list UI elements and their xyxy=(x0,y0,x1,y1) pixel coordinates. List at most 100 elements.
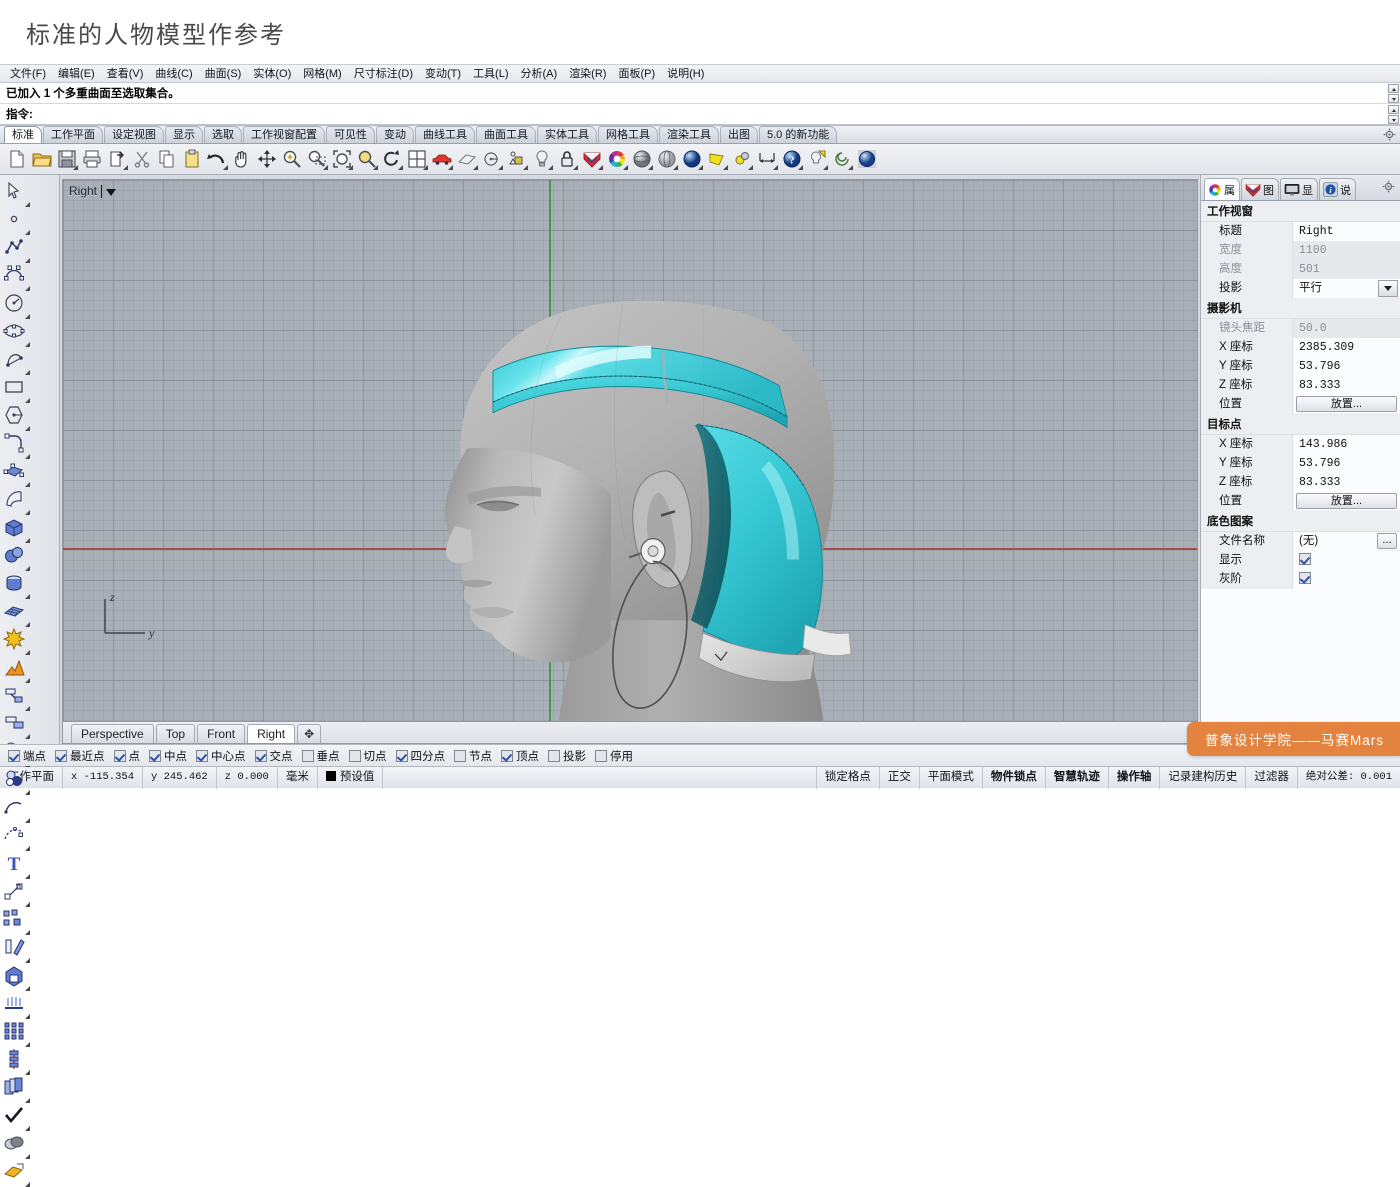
toolbar-tab-8[interactable]: 曲线工具 xyxy=(415,126,475,143)
status-toggle-5[interactable]: 操作轴 xyxy=(1109,767,1161,789)
status-toggle-0[interactable]: 锁定格点 xyxy=(817,767,880,789)
menu-item-8[interactable]: 变动(T) xyxy=(419,65,467,83)
rendered-sphere-icon[interactable] xyxy=(681,148,703,170)
render-material-icon[interactable] xyxy=(2,1159,30,1187)
status-current-layer[interactable]: 预设值 xyxy=(318,767,384,789)
command-line-scroll[interactable] xyxy=(1388,105,1399,124)
plane-icon[interactable] xyxy=(456,148,478,170)
command-line[interactable]: 指令: xyxy=(0,104,1400,125)
toolbar-tab-10[interactable]: 实体工具 xyxy=(537,126,597,143)
menu-item-4[interactable]: 曲面(S) xyxy=(199,65,248,83)
toolbar-tab-0[interactable]: 标准 xyxy=(4,126,42,143)
polyline-icon[interactable] xyxy=(2,235,30,263)
toolbar-tab-14[interactable]: 5.0 的新功能 xyxy=(759,126,837,143)
checkbox[interactable] xyxy=(302,750,314,762)
copy-object-icon[interactable] xyxy=(2,1075,30,1103)
menu-item-0[interactable]: 文件(F) xyxy=(4,65,52,83)
osnap-toggle-1[interactable]: 最近点 xyxy=(55,748,105,764)
checkbox[interactable] xyxy=(149,750,161,762)
viewport-tab-top[interactable]: Top xyxy=(156,724,195,743)
menu-item-1[interactable]: 编辑(E) xyxy=(52,65,101,83)
toolbar-tab-2[interactable]: 设定视图 xyxy=(104,126,164,143)
blend-curve-icon[interactable] xyxy=(2,823,30,851)
menu-item-7[interactable]: 尺寸标注(D) xyxy=(348,65,419,83)
osnap-toggle-4[interactable]: 中心点 xyxy=(196,748,246,764)
blend-icon[interactable] xyxy=(831,148,853,170)
help-icon[interactable]: ? xyxy=(781,148,803,170)
status-toggle-1[interactable]: 正交 xyxy=(880,767,920,789)
box-icon[interactable] xyxy=(2,515,30,543)
checkbox[interactable] xyxy=(255,750,267,762)
status-toggle-4[interactable]: 智慧轨迹 xyxy=(1046,767,1109,789)
checkbox[interactable] xyxy=(454,750,466,762)
offset-curve-icon[interactable] xyxy=(2,795,30,823)
paste-icon[interactable] xyxy=(181,148,203,170)
select-arrow-icon[interactable] xyxy=(2,179,30,207)
toolbar-tab-9[interactable]: 曲面工具 xyxy=(476,126,536,143)
checkbox[interactable] xyxy=(501,750,513,762)
checkmark-icon[interactable] xyxy=(2,1103,30,1131)
scroll-up-icon[interactable] xyxy=(1388,84,1399,93)
checkbox[interactable] xyxy=(196,750,208,762)
status-toggle-7[interactable]: 过滤器 xyxy=(1246,767,1298,789)
viewport-title[interactable]: Right xyxy=(69,184,116,198)
print-icon[interactable] xyxy=(81,148,103,170)
chevron-down-icon[interactable] xyxy=(106,189,116,196)
toolbar-tab-7[interactable]: 变动 xyxy=(376,126,414,143)
rectangle-icon[interactable] xyxy=(2,375,30,403)
property-value[interactable]: 53.796 xyxy=(1293,357,1400,376)
open-folder-icon[interactable] xyxy=(31,148,53,170)
scroll-down-icon[interactable] xyxy=(1388,94,1399,103)
menu-item-11[interactable]: 渲染(R) xyxy=(563,65,612,83)
sphere-icon[interactable] xyxy=(2,543,30,571)
zoom-window-icon[interactable] xyxy=(306,148,328,170)
checkbox[interactable] xyxy=(349,750,361,762)
status-toggle-6[interactable]: 记录建构历史 xyxy=(1160,767,1246,789)
circle-icon[interactable] xyxy=(2,291,30,319)
cylinder-icon[interactable] xyxy=(2,571,30,599)
checkbox[interactable] xyxy=(8,750,20,762)
polygon-icon[interactable] xyxy=(2,403,30,431)
spotlight-icon[interactable] xyxy=(806,148,828,170)
add-viewport-tab-button[interactable]: ✥ xyxy=(297,724,321,743)
status-toggle-2[interactable]: 平面模式 xyxy=(920,767,983,789)
osnap-toggle-7[interactable]: 切点 xyxy=(349,748,387,764)
light-bulb-icon[interactable] xyxy=(531,148,553,170)
place-button[interactable]: 放置... xyxy=(1296,396,1397,412)
viewport-tab-front[interactable]: Front xyxy=(197,724,245,743)
four-viewports-icon[interactable] xyxy=(406,148,428,170)
scroll-up-icon[interactable] xyxy=(1388,105,1399,114)
toolbar-tab-5[interactable]: 工作视窗配置 xyxy=(243,126,325,143)
cut-scissors-icon[interactable] xyxy=(131,148,153,170)
osnap-toggle-8[interactable]: 四分点 xyxy=(396,748,446,764)
property-value[interactable]: 平行 xyxy=(1293,279,1378,298)
toolbar-tab-13[interactable]: 出图 xyxy=(720,126,758,143)
status-tolerance[interactable]: 绝对公差: 0.001 xyxy=(1298,767,1400,789)
array-polar-icon[interactable] xyxy=(2,1047,30,1075)
menu-item-5[interactable]: 实体(O) xyxy=(247,65,297,83)
scale-icon[interactable] xyxy=(2,879,30,907)
revolve-icon[interactable] xyxy=(481,148,503,170)
curve-fillet-icon[interactable] xyxy=(2,431,30,459)
panel-tab-1[interactable]: 图 xyxy=(1241,178,1279,200)
move-icon[interactable] xyxy=(256,148,278,170)
osnap-toggle-0[interactable]: 端点 xyxy=(8,748,46,764)
gear-icon[interactable] xyxy=(1382,180,1395,196)
checkbox[interactable] xyxy=(1299,553,1311,565)
zoom-in-icon[interactable] xyxy=(281,148,303,170)
status-toggle-3[interactable]: 物件锁点 xyxy=(983,767,1046,789)
property-value[interactable]: 53.796 xyxy=(1293,454,1400,473)
undo-icon[interactable] xyxy=(206,148,228,170)
toolbar-tab-4[interactable]: 选取 xyxy=(204,126,242,143)
mirror-icon[interactable] xyxy=(2,935,30,963)
group-icon[interactable] xyxy=(2,907,30,935)
menu-item-6[interactable]: 网格(M) xyxy=(297,65,348,83)
osnap-toggle-5[interactable]: 交点 xyxy=(255,748,293,764)
layer-color-swatch[interactable] xyxy=(326,771,336,781)
checkbox[interactable] xyxy=(548,750,560,762)
save-icon[interactable] xyxy=(56,148,78,170)
dimension-icon[interactable] xyxy=(756,148,778,170)
osnap-toggle-6[interactable]: 垂点 xyxy=(302,748,340,764)
extract-surface-icon[interactable] xyxy=(2,991,30,1019)
zoom-selected-icon[interactable] xyxy=(356,148,378,170)
